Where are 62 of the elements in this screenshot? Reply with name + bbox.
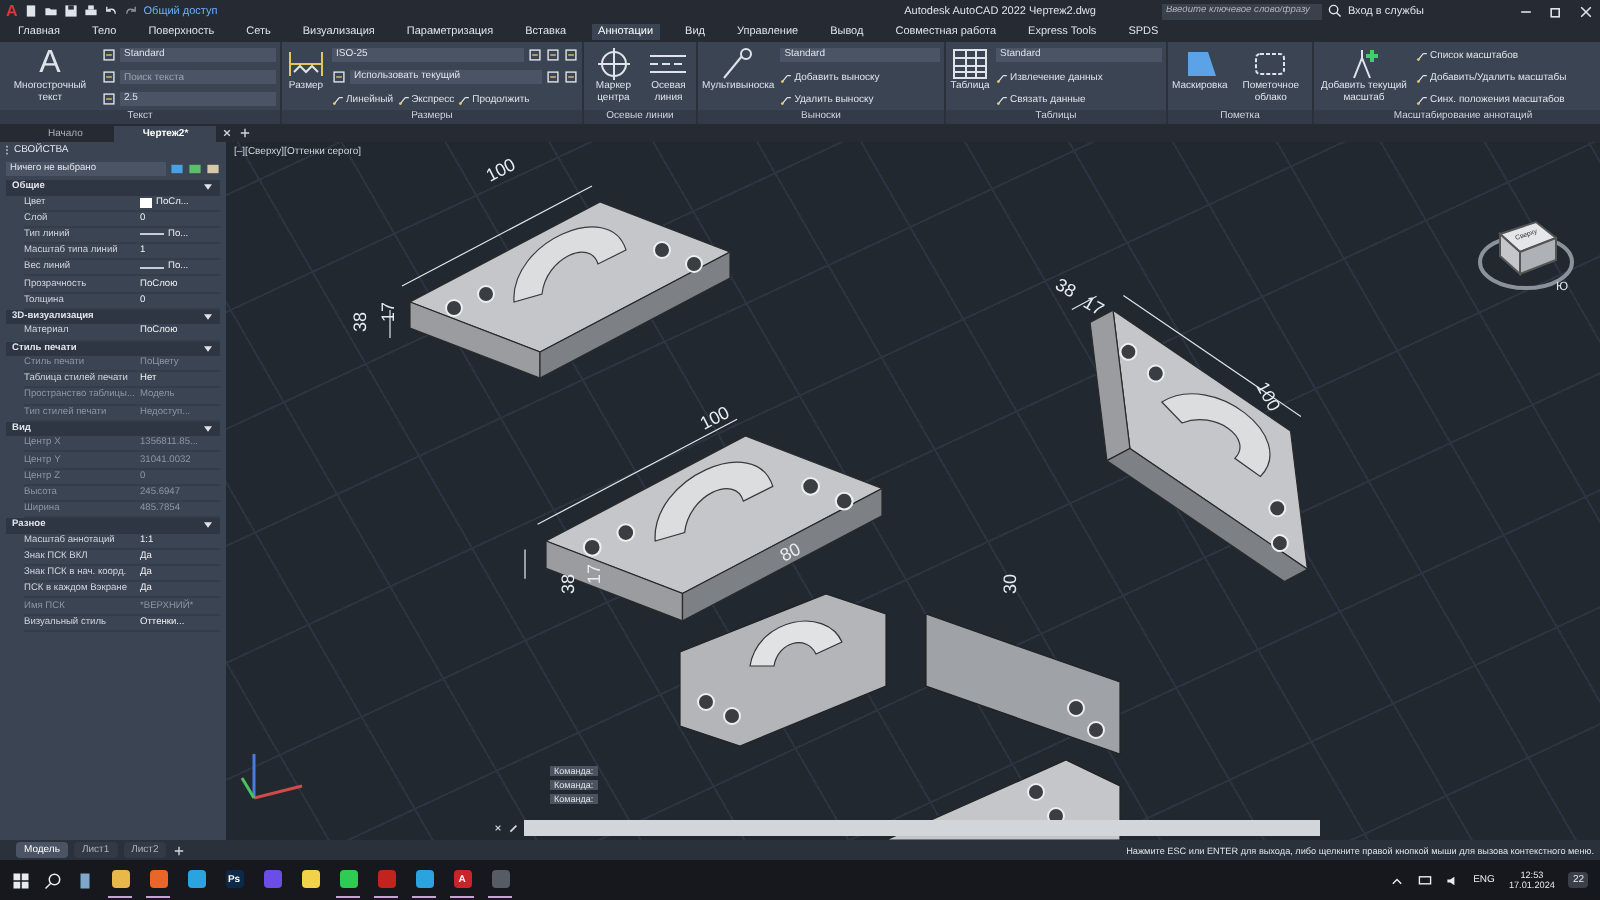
undo-icon[interactable]	[103, 4, 118, 18]
save-icon[interactable]	[63, 4, 78, 18]
tool-icon[interactable]	[102, 92, 116, 106]
leader-icon	[780, 71, 793, 83]
dimension-label: 100	[482, 154, 519, 186]
leader-icon	[996, 71, 1008, 83]
dimension-label: 30	[1000, 573, 1020, 594]
ucs-axes-icon	[240, 754, 303, 800]
search-icon[interactable]	[44, 871, 62, 889]
leader-icon	[1416, 93, 1428, 105]
line-sample-icon	[140, 230, 164, 239]
table-icon	[950, 48, 990, 80]
caret-icon[interactable]	[204, 184, 212, 191]
command-line-field[interactable]	[524, 820, 1320, 836]
leader-icon	[780, 93, 793, 105]
close-icon[interactable]	[492, 822, 504, 834]
leader-icon	[332, 93, 344, 105]
caret-icon[interactable]	[204, 314, 212, 321]
close-icon[interactable]	[220, 126, 235, 140]
tool-icon[interactable]	[546, 48, 560, 62]
dimension-label: 17	[584, 563, 604, 584]
tool-icon[interactable]	[102, 48, 116, 62]
close-icon[interactable]	[1578, 3, 1594, 19]
search-icon[interactable]	[1327, 4, 1342, 18]
speaker-icon[interactable]	[1445, 873, 1460, 887]
restore-icon[interactable]	[1548, 3, 1564, 19]
leader-icon	[1416, 49, 1428, 61]
tool-icon[interactable]	[564, 70, 578, 84]
dimension-label: 38	[1052, 274, 1080, 302]
dimension-label: 38	[558, 573, 578, 594]
line-sample-icon	[140, 263, 164, 272]
dimension-icon	[286, 48, 326, 80]
tool-icon[interactable]	[528, 48, 542, 62]
leader-icon	[1416, 71, 1428, 83]
plus-icon[interactable]	[172, 843, 187, 857]
windows-start-icon[interactable]	[12, 871, 30, 889]
new-file-icon[interactable]	[23, 4, 38, 18]
folder-icon[interactable]	[43, 4, 58, 18]
leader-icon	[458, 93, 471, 105]
monitor-icon[interactable]	[1417, 873, 1432, 887]
print-icon[interactable]	[83, 4, 98, 18]
caret-icon[interactable]	[204, 345, 212, 352]
tool-icon[interactable]	[546, 70, 560, 84]
caret-icon[interactable]	[1389, 873, 1404, 887]
redo-icon[interactable]	[123, 4, 138, 18]
tool-icon[interactable]	[332, 70, 346, 84]
dimension-label: 17	[1080, 292, 1108, 320]
leader-icon	[996, 93, 1008, 105]
dimension-label: 38	[350, 311, 370, 332]
cloud-icon	[1250, 48, 1291, 80]
tool-icon[interactable]	[564, 48, 578, 62]
plus-icon[interactable]	[238, 126, 253, 140]
tool-icon[interactable]	[102, 70, 116, 84]
dimension-label: 100	[696, 402, 733, 434]
center-mark-icon	[593, 48, 634, 80]
caret-icon[interactable]	[204, 522, 212, 529]
dimension-label: 80	[776, 538, 804, 566]
dimension-label: 17	[378, 301, 398, 322]
leader-icon	[397, 93, 410, 105]
dimension-label: 100	[1252, 378, 1285, 415]
caret-icon[interactable]	[204, 426, 212, 432]
grip-icon[interactable]	[4, 143, 10, 157]
